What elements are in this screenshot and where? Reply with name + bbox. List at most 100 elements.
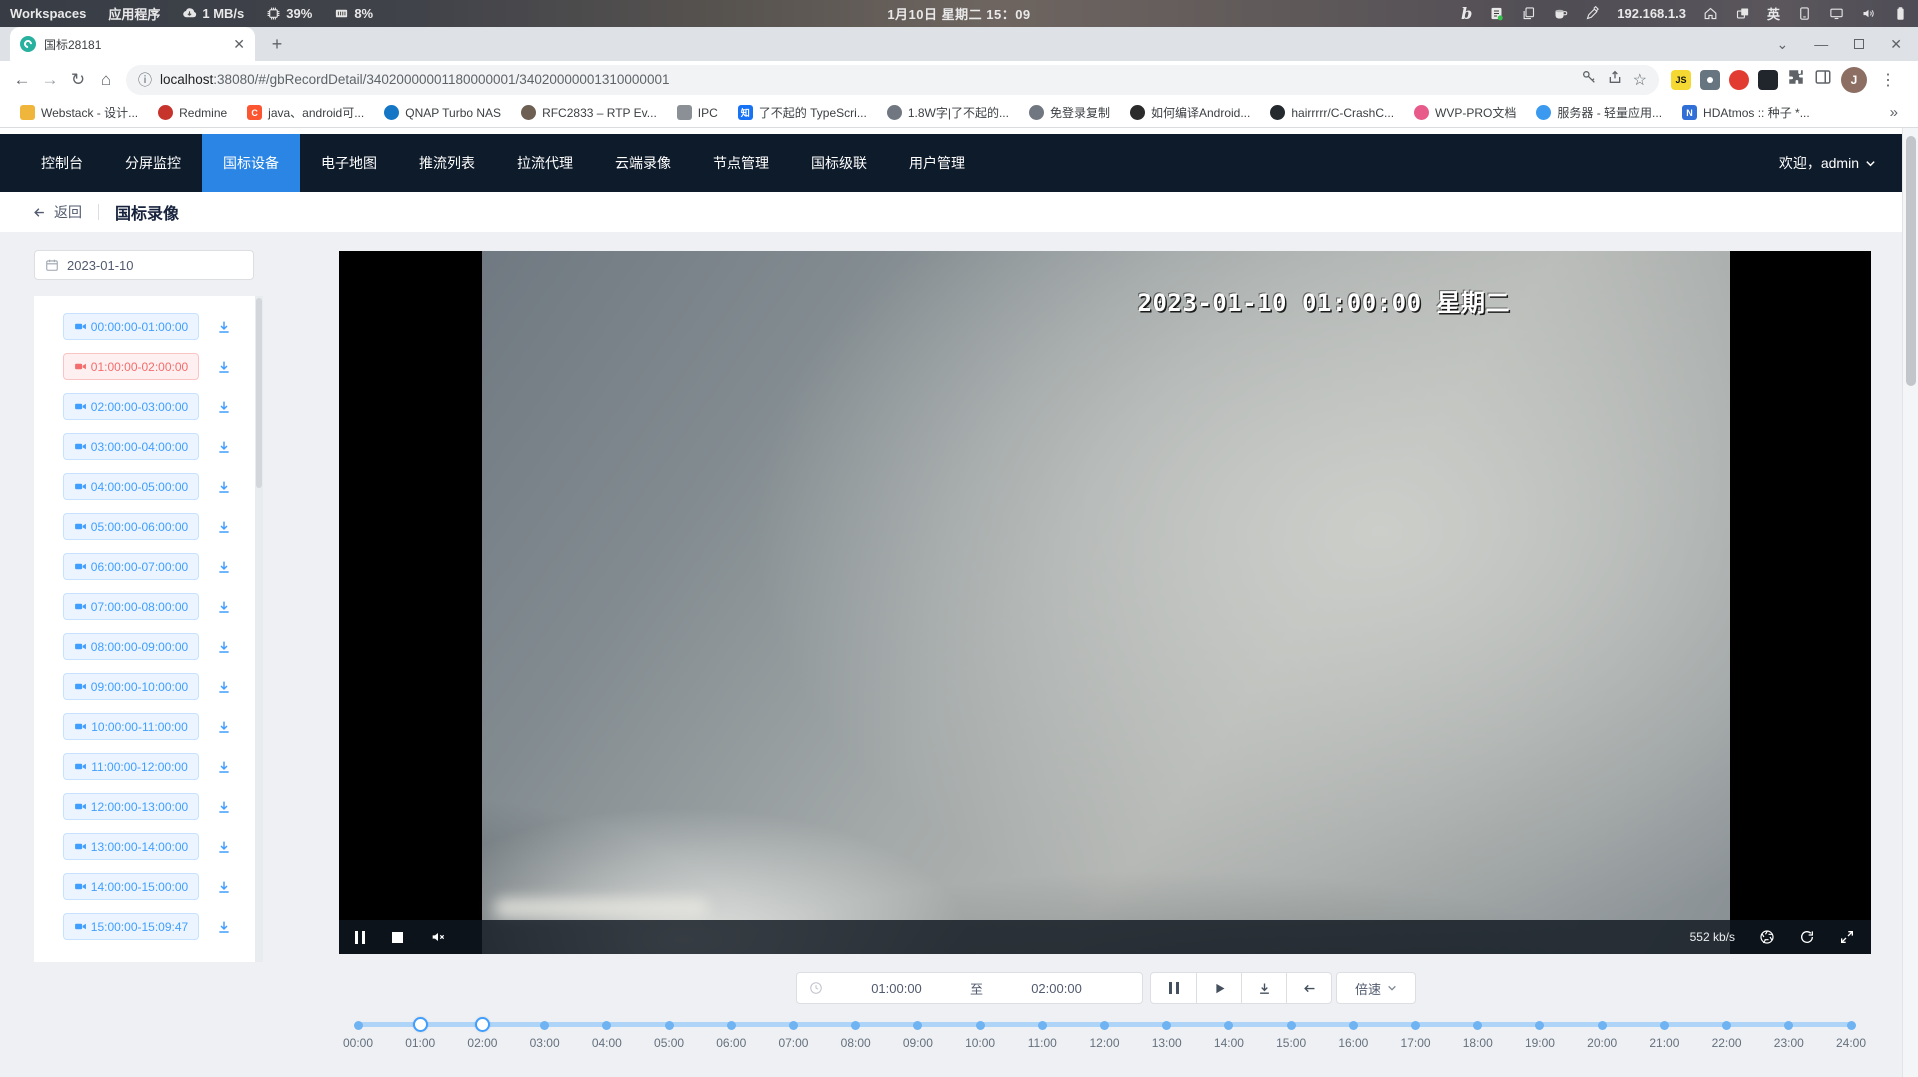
record-time-button[interactable]: 13:00:00-14:00:00	[63, 833, 199, 860]
time-range-input[interactable]: 01:00:00 至 02:00:00	[796, 972, 1143, 1004]
share-icon[interactable]	[1607, 69, 1623, 90]
video-surface[interactable]: 2023-01-10 01:00:00 星期二	[482, 251, 1730, 954]
ext-adblock-icon[interactable]	[1729, 70, 1749, 90]
nav-item-3[interactable]: 国标设备	[202, 134, 300, 192]
nav-item-8[interactable]: 节点管理	[692, 134, 790, 192]
bookmark-item[interactable]: NHDAtmos :: 种子 *...	[1674, 101, 1818, 124]
player-mute-icon[interactable]	[430, 929, 446, 945]
back-button[interactable]: ←	[8, 66, 36, 94]
timeline-handle-1[interactable]	[413, 1017, 428, 1032]
color-picker-icon[interactable]	[1585, 6, 1600, 21]
download-icon[interactable]	[216, 679, 232, 695]
home-icon[interactable]	[1703, 6, 1718, 21]
caffeine-cup-icon[interactable]	[1553, 6, 1568, 21]
site-info-icon[interactable]: ⓘ	[138, 70, 152, 90]
clipboard-icon[interactable]	[1521, 6, 1536, 21]
input-language-indicator[interactable]: 英	[1767, 4, 1780, 23]
download-icon[interactable]	[216, 719, 232, 735]
download-icon[interactable]	[216, 759, 232, 775]
record-time-button[interactable]: 01:00:00-02:00:00	[63, 353, 199, 380]
new-tab-button[interactable]: +	[263, 30, 291, 58]
clock[interactable]: 1月10日 星期二 15：09	[887, 4, 1030, 23]
tray-b-icon[interactable]: b	[1461, 6, 1472, 22]
browser-menu-icon[interactable]: ⋮	[1876, 70, 1904, 90]
display-icon[interactable]	[1829, 6, 1844, 21]
bookmark-item[interactable]: 1.8W字|了不起的...	[879, 101, 1017, 124]
download-button[interactable]	[1241, 973, 1286, 1003]
fullscreen-icon[interactable]	[1839, 929, 1855, 945]
play-button[interactable]	[1196, 973, 1241, 1003]
record-time-button[interactable]: 05:00:00-06:00:00	[63, 513, 199, 540]
back-link[interactable]: 返回	[32, 202, 82, 222]
record-time-button[interactable]: 06:00:00-07:00:00	[63, 553, 199, 580]
pause-button[interactable]	[1151, 973, 1196, 1003]
profile-avatar[interactable]: J	[1841, 67, 1867, 93]
download-icon[interactable]	[216, 399, 232, 415]
battery-icon[interactable]	[1893, 6, 1908, 21]
download-icon[interactable]	[216, 799, 232, 815]
nav-item-6[interactable]: 拉流代理	[496, 134, 594, 192]
seek-back-button[interactable]	[1286, 973, 1331, 1003]
browser-tab[interactable]: 国标28181 ✕	[10, 27, 255, 61]
start-time-value[interactable]: 01:00:00	[823, 981, 970, 996]
bookmark-item[interactable]: 免登录复制	[1021, 101, 1118, 124]
download-icon[interactable]	[216, 639, 232, 655]
bookmark-item[interactable]: Redmine	[150, 102, 235, 123]
nav-item-5[interactable]: 推流列表	[398, 134, 496, 192]
tray-app-icon[interactable]	[1489, 6, 1504, 21]
player-pause-icon[interactable]	[355, 931, 365, 944]
window-close-button[interactable]: ✕	[1890, 36, 1902, 53]
record-time-button[interactable]: 12:00:00-13:00:00	[63, 793, 199, 820]
refresh-icon[interactable]	[1799, 929, 1815, 945]
bookmark-item[interactable]: Cjava、android可...	[239, 101, 372, 124]
video-player[interactable]: 2023-01-10 01:00:00 星期二 552 kb/s	[339, 251, 1871, 954]
address-bar[interactable]: ⓘ localhost:38080/#/gbRecordDetail/34020…	[126, 65, 1659, 95]
timeline-handle-2[interactable]	[475, 1017, 490, 1032]
workspaces-overlap-icon[interactable]	[1735, 6, 1750, 21]
page-scrollbar-thumb[interactable]	[1906, 136, 1916, 386]
player-stop-icon[interactable]	[392, 932, 403, 943]
ext-js-icon[interactable]: JS	[1671, 70, 1691, 90]
bookmark-item[interactable]: 如何编译Android...	[1122, 101, 1258, 124]
bookmark-item[interactable]: Webstack - 设计...	[12, 101, 146, 124]
record-list-scrollbar[interactable]	[255, 296, 263, 962]
nav-item-10[interactable]: 用户管理	[888, 134, 986, 192]
download-icon[interactable]	[216, 919, 232, 935]
end-time-value[interactable]: 02:00:00	[983, 981, 1130, 996]
cpu-usage[interactable]: 39%	[266, 6, 312, 21]
bookmark-item[interactable]: RFC2833 – RTP Ev...	[513, 102, 665, 123]
ext-gray-icon[interactable]	[1700, 70, 1720, 90]
home-button[interactable]: ⌂	[92, 66, 120, 94]
bookmark-item[interactable]: hairrrrr/C-CrashC...	[1262, 102, 1402, 123]
ip-address[interactable]: 192.168.1.3	[1617, 6, 1686, 21]
snapshot-aperture-icon[interactable]	[1759, 929, 1775, 945]
bookmark-item[interactable]: 服务器 - 轻量应用...	[1528, 101, 1670, 124]
bookmark-item[interactable]: IPC	[669, 102, 726, 123]
window-minimize-button[interactable]: —	[1814, 36, 1828, 52]
page-scrollbar[interactable]	[1902, 128, 1918, 1077]
bookmark-item[interactable]: 知了不起的 TypeScri...	[730, 101, 875, 124]
ext-dark-icon[interactable]	[1758, 70, 1778, 90]
nav-item-4[interactable]: 电子地图	[300, 134, 398, 192]
download-icon[interactable]	[216, 599, 232, 615]
download-icon[interactable]	[216, 519, 232, 535]
tab-search-chevron-icon[interactable]: ⌄	[1777, 36, 1789, 53]
tab-close-icon[interactable]: ✕	[233, 37, 245, 51]
volume-icon[interactable]	[1861, 6, 1876, 21]
memory-usage[interactable]: 8%	[334, 6, 373, 21]
nav-item-2[interactable]: 分屏监控	[104, 134, 202, 192]
download-icon[interactable]	[216, 559, 232, 575]
nav-item-1[interactable]: 控制台	[20, 134, 104, 192]
window-maximize-button[interactable]	[1854, 39, 1864, 49]
record-time-button[interactable]: 02:00:00-03:00:00	[63, 393, 199, 420]
record-time-button[interactable]: 15:00:00-15:09:47	[63, 913, 199, 940]
bookmark-item[interactable]: WVP-PRO文档	[1406, 101, 1524, 124]
speed-dropdown[interactable]: 倍速	[1336, 972, 1416, 1004]
network-speed[interactable]: 1 MB/s	[182, 6, 244, 21]
download-icon[interactable]	[216, 879, 232, 895]
side-panel-icon[interactable]	[1814, 68, 1832, 91]
download-icon[interactable]	[216, 359, 232, 375]
download-icon[interactable]	[216, 319, 232, 335]
record-time-button[interactable]: 11:00:00-12:00:00	[63, 753, 199, 780]
bookmark-star-icon[interactable]: ☆	[1633, 70, 1647, 90]
